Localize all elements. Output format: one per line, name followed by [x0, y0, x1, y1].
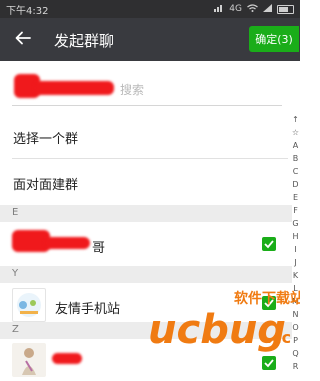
- site-logo-icon: [17, 293, 41, 317]
- name-redacted: [44, 237, 90, 249]
- watermark-cn-text: 软件下载站: [234, 290, 300, 307]
- page-title: 发起群聊: [54, 32, 115, 50]
- confirm-button[interactable]: 确定(3): [249, 26, 299, 52]
- index-letter[interactable]: A: [293, 139, 298, 152]
- battery-icon: [277, 4, 294, 14]
- index-letter[interactable]: D: [292, 178, 298, 191]
- index-letter[interactable]: B: [293, 152, 299, 165]
- watermark-suffix: .cc: [266, 328, 291, 347]
- avatar: [12, 343, 46, 377]
- selected-avatar-redacted: [34, 81, 114, 95]
- index-letter[interactable]: I: [294, 243, 296, 256]
- name-redacted: [52, 353, 82, 364]
- index-letter[interactable]: K: [293, 269, 298, 282]
- select-group-item[interactable]: 选择一个群: [0, 113, 288, 159]
- index-letter[interactable]: E: [293, 191, 298, 204]
- cell-bars-icon: [263, 3, 272, 15]
- face-to-face-group-item[interactable]: 面对面建群: [0, 159, 288, 205]
- back-arrow-icon: [15, 30, 31, 49]
- status-bar: 下午4:32 4G: [0, 0, 300, 18]
- status-time: 下午4:32: [6, 5, 49, 17]
- signal-icon: [214, 4, 224, 15]
- person-photo-icon: [22, 348, 36, 375]
- contact-name: 友情手机站: [55, 302, 121, 317]
- index-letter[interactable]: ↑: [292, 113, 299, 126]
- contact-row[interactable]: 哥: [0, 222, 290, 266]
- app-bar: 发起群聊 确定(3): [0, 18, 300, 61]
- index-letter[interactable]: C: [293, 165, 299, 178]
- index-letter[interactable]: ☆: [292, 126, 299, 139]
- status-icons: 4G: [214, 3, 294, 15]
- menu-item-label: 面对面建群: [13, 178, 79, 193]
- contact-name: 哥: [92, 241, 106, 256]
- search-input[interactable]: 搜索: [120, 81, 144, 98]
- network-label: 4G: [229, 4, 242, 14]
- back-button[interactable]: [8, 24, 38, 54]
- avatar: [12, 288, 46, 322]
- section-header-e: E: [0, 205, 292, 222]
- section-header-y: Y: [0, 266, 292, 283]
- wifi-icon: [247, 3, 258, 15]
- check-icon: [264, 240, 274, 249]
- index-letter[interactable]: J: [294, 256, 296, 269]
- checked-checkbox[interactable]: [262, 237, 276, 251]
- index-letter[interactable]: G: [292, 217, 298, 230]
- index-letter[interactable]: F: [293, 204, 298, 217]
- watermark-logo: 软件下载站 ucbug .cc: [142, 283, 304, 363]
- menu-item-label: 选择一个群: [13, 132, 79, 147]
- search-underline: [12, 105, 282, 106]
- index-letter[interactable]: H: [292, 230, 298, 243]
- search-row[interactable]: 搜索: [0, 61, 300, 113]
